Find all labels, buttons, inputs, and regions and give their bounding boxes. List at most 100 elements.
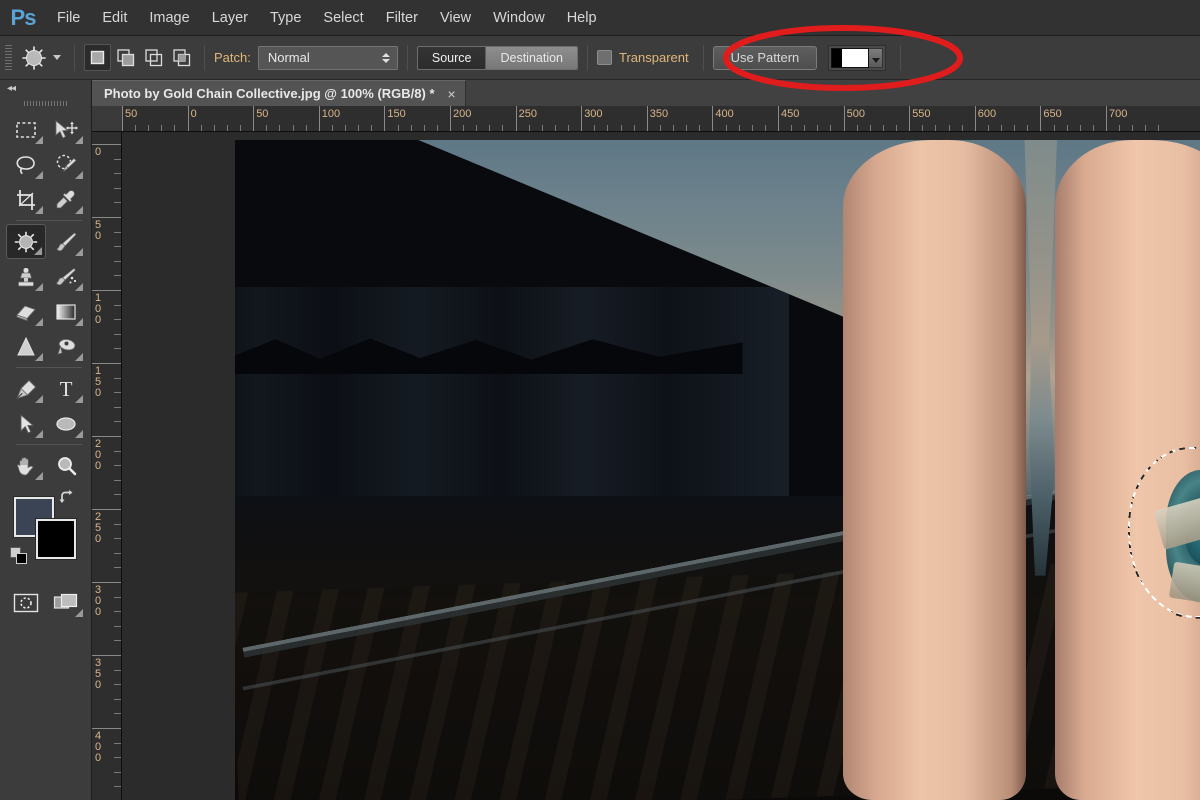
subtract-from-selection-button[interactable] <box>140 44 167 71</box>
new-selection-button[interactable] <box>84 44 111 71</box>
ruler-minor-tick <box>659 125 661 131</box>
use-pattern-button[interactable]: Use Pattern <box>712 45 818 70</box>
horizontal-ruler[interactable]: 50 0 50 100 150 200 250 300 350 400 450 500 550 600 65… <box>92 106 1200 132</box>
tools-divider-2 <box>16 367 82 368</box>
ruler-major-tick <box>92 217 121 218</box>
ruler-minor-tick <box>114 742 121 744</box>
transparent-checkbox-wrap[interactable]: Transparent <box>597 50 689 65</box>
eyedropper-tool[interactable] <box>46 182 86 217</box>
ruler-minor-tick <box>213 125 215 131</box>
ruler-minor-tick <box>594 125 596 131</box>
close-icon[interactable]: × <box>445 87 459 101</box>
menu-select[interactable]: Select <box>312 4 374 32</box>
ruler-minor-tick <box>114 202 121 204</box>
ruler-minor-tick <box>1079 125 1081 131</box>
collapse-panel-button[interactable]: ◂◂ <box>0 80 91 96</box>
path-selection-tool[interactable] <box>6 406 46 441</box>
ruler-major-tick <box>92 363 121 364</box>
tool-preset-picker[interactable] <box>16 43 65 73</box>
crop-tool[interactable] <box>6 182 46 217</box>
rectangular-marquee-tool[interactable] <box>6 112 46 147</box>
ruler-minor-tick <box>161 125 163 131</box>
ruler-minor-tick <box>114 611 121 613</box>
pen-tool[interactable] <box>6 371 46 406</box>
ruler-minor-tick <box>114 596 121 598</box>
menu-help[interactable]: Help <box>556 4 608 32</box>
default-colors-icon[interactable] <box>10 547 27 564</box>
ruler-minor-tick <box>114 786 121 788</box>
menu-layer[interactable]: Layer <box>201 4 259 32</box>
ruler-minor-tick <box>174 125 176 131</box>
ruler-minor-tick <box>673 125 675 131</box>
ruler-minor-tick <box>1066 125 1068 131</box>
pattern-swatch[interactable] <box>828 44 887 71</box>
menu-filter[interactable]: Filter <box>375 4 429 32</box>
ruler-minor-tick <box>1001 125 1003 131</box>
left-leg <box>842 140 1027 800</box>
ruler-minor-tick <box>1132 125 1134 131</box>
ruler-minor-tick <box>114 231 121 233</box>
zoom-tool[interactable] <box>46 448 86 483</box>
gradient-tool[interactable] <box>46 294 86 329</box>
ruler-minor-tick <box>410 125 412 131</box>
patch-direction-group: Source Destination <box>416 45 579 70</box>
swap-colors-icon[interactable] <box>58 489 76 507</box>
quick-selection-tool[interactable] <box>46 147 86 182</box>
chevron-down-icon[interactable] <box>53 55 61 60</box>
image-artboard[interactable] <box>235 140 1200 800</box>
transparent-checkbox[interactable] <box>597 50 613 65</box>
ruler-label: 100 <box>321 108 341 120</box>
ruler-minor-tick <box>114 275 121 277</box>
menu-image[interactable]: Image <box>138 4 200 32</box>
tool-flyout-indicator[interactable] <box>35 136 43 144</box>
quick-mask-toggle[interactable] <box>6 585 46 620</box>
dodge-tool[interactable] <box>46 329 86 364</box>
blur-tool[interactable] <box>6 329 46 364</box>
type-tool[interactable]: T <box>46 371 86 406</box>
menu-file[interactable]: File <box>46 4 91 32</box>
ruler-major-tick <box>92 582 121 583</box>
vertical-ruler[interactable]: 050100150200250300350400450 <box>92 132 122 800</box>
stepper-arrows-icon[interactable] <box>381 52 390 63</box>
tools-panel-grip[interactable] <box>0 96 91 110</box>
brush-tool[interactable] <box>46 224 86 259</box>
source-button[interactable]: Source <box>417 46 487 69</box>
ruler-minor-tick <box>620 125 622 131</box>
menu-edit[interactable]: Edit <box>91 4 138 32</box>
destination-button[interactable]: Destination <box>486 46 578 69</box>
ruler-minor-tick <box>292 125 294 131</box>
menu-window[interactable]: Window <box>482 4 556 32</box>
canvas-area[interactable] <box>122 132 1200 800</box>
patch-tool[interactable] <box>6 224 46 259</box>
ruler-label: 550 <box>912 108 931 120</box>
ruler-minor-tick <box>948 125 950 131</box>
history-brush-tool[interactable] <box>46 259 86 294</box>
patch-mode-select[interactable]: Normal <box>257 45 398 70</box>
eraser-tool[interactable] <box>6 294 46 329</box>
ruler-minor-tick <box>489 125 491 131</box>
ruler-minor-tick <box>114 421 121 423</box>
ruler-minor-tick <box>725 125 727 131</box>
ruler-minor-tick <box>554 125 556 131</box>
screen-mode-button[interactable] <box>46 585 86 620</box>
pattern-dropdown-icon[interactable] <box>869 47 884 68</box>
lasso-tool[interactable] <box>6 147 46 182</box>
background-color-swatch[interactable] <box>36 519 76 559</box>
options-divider-5 <box>702 44 704 71</box>
ruler-minor-tick <box>738 125 740 131</box>
ruler-minor-tick <box>114 187 121 189</box>
menu-type[interactable]: Type <box>259 4 312 32</box>
ruler-minor-tick <box>764 125 766 131</box>
ruler-label: 250 <box>95 511 102 545</box>
options-bar-grip[interactable] <box>0 36 16 80</box>
clone-stamp-tool[interactable] <box>6 259 46 294</box>
add-to-selection-button[interactable] <box>112 44 139 71</box>
hand-tool[interactable] <box>6 448 46 483</box>
move-tool[interactable] <box>46 112 86 147</box>
ruler-minor-tick <box>502 125 504 131</box>
ellipse-shape-tool[interactable] <box>46 406 86 441</box>
menu-view[interactable]: View <box>429 4 482 32</box>
document-tab[interactable]: Photo by Gold Chain Collective.jpg @ 100… <box>92 80 466 106</box>
intersect-with-selection-button[interactable] <box>168 44 195 71</box>
svg-text:T: T <box>60 378 73 400</box>
